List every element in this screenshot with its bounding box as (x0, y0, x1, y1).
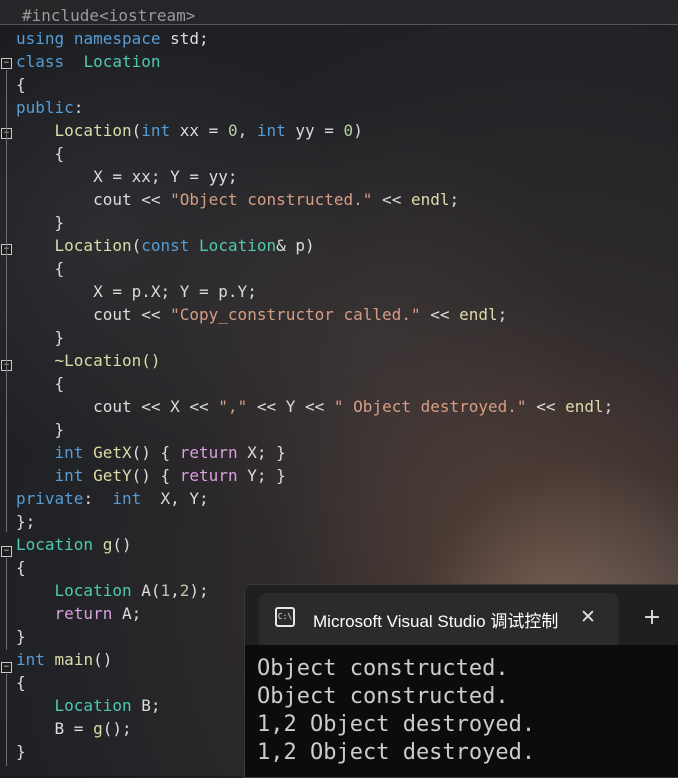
code-line-4: { (16, 75, 26, 94)
code-line-10: } (16, 213, 65, 232)
fold-toggle-icon[interactable]: − (1, 546, 12, 557)
console-tab[interactable]: C:\ Microsoft Visual Studio 调试控制台 ✕ (259, 593, 619, 645)
code-line-30: { (16, 673, 26, 692)
code-line-32: B = g(); (16, 719, 132, 738)
code-line-18: cout << X << "," << Y << " Object destro… (16, 397, 614, 416)
code-line-27: return A; (54, 604, 142, 623)
code-line-28: } (16, 627, 26, 646)
fold-toggle-icon[interactable]: − (1, 662, 12, 673)
fold-toggle-icon[interactable]: − (1, 58, 12, 69)
code-line-6: Location(int xx = 0, int yy = 0) (54, 121, 363, 140)
code-line-9: cout << "Object constructed." << endl; (16, 190, 460, 209)
code-line-15: } (16, 328, 65, 347)
code-line-14: cout << "Copy_constructor called." << en… (16, 305, 508, 324)
code-line-20: int GetX() { return X; } (54, 443, 286, 462)
code-line-16: ~Location() (16, 351, 161, 370)
code-line-8: X = xx; Y = yy; (16, 167, 238, 186)
terminal-icon: C:\ (275, 607, 295, 627)
console-title: Microsoft Visual Studio 调试控制台 (313, 612, 559, 629)
console-output: Object constructed. Object constructed. … (257, 655, 667, 767)
console-output-line: 1,2 Object destroyed. (257, 740, 536, 765)
new-tab-button[interactable]: + (639, 605, 665, 631)
code-line-25: { (16, 558, 26, 577)
code-line-17: { (16, 374, 65, 393)
console-output-line: Object constructed. (257, 684, 509, 709)
code-line-23: }; (16, 512, 36, 531)
console-output-line: Object constructed. (257, 656, 509, 681)
code-line-2: using namespace std; (16, 29, 209, 48)
code-line-11: Location(const Location& p) (54, 236, 315, 255)
code-line-31: Location B; (54, 696, 161, 715)
close-icon[interactable]: ✕ (575, 604, 601, 630)
code-line-26: Location A(1,2); (54, 581, 209, 600)
fold-guide (6, 558, 7, 650)
code-line-29: int main() (16, 650, 113, 669)
code-line-33: } (16, 742, 26, 761)
code-line-19: } (16, 420, 65, 439)
code-line-13: X = p.X; Y = p.Y; (16, 282, 257, 301)
code-line-12: { (16, 259, 65, 278)
fold-guide (6, 70, 7, 532)
code-line-7: { (16, 144, 65, 163)
code-line-21: int GetY() { return Y; } (54, 466, 286, 485)
fold-guide (6, 674, 7, 766)
code-line-24: Location g() (16, 535, 132, 554)
code-line-5: public: (16, 98, 84, 117)
debug-console-window[interactable]: C:\ Microsoft Visual Studio 调试控制台 ✕ + Ob… (244, 584, 678, 778)
console-output-line: 1,2 Object destroyed. (257, 712, 536, 737)
code-line-22: private: int X, Y; (16, 489, 209, 508)
code-line-3: class Location (16, 52, 161, 71)
code-line-1: #include<iostream> (22, 6, 196, 25)
console-tab-bar: C:\ Microsoft Visual Studio 调试控制台 ✕ + (245, 585, 678, 645)
